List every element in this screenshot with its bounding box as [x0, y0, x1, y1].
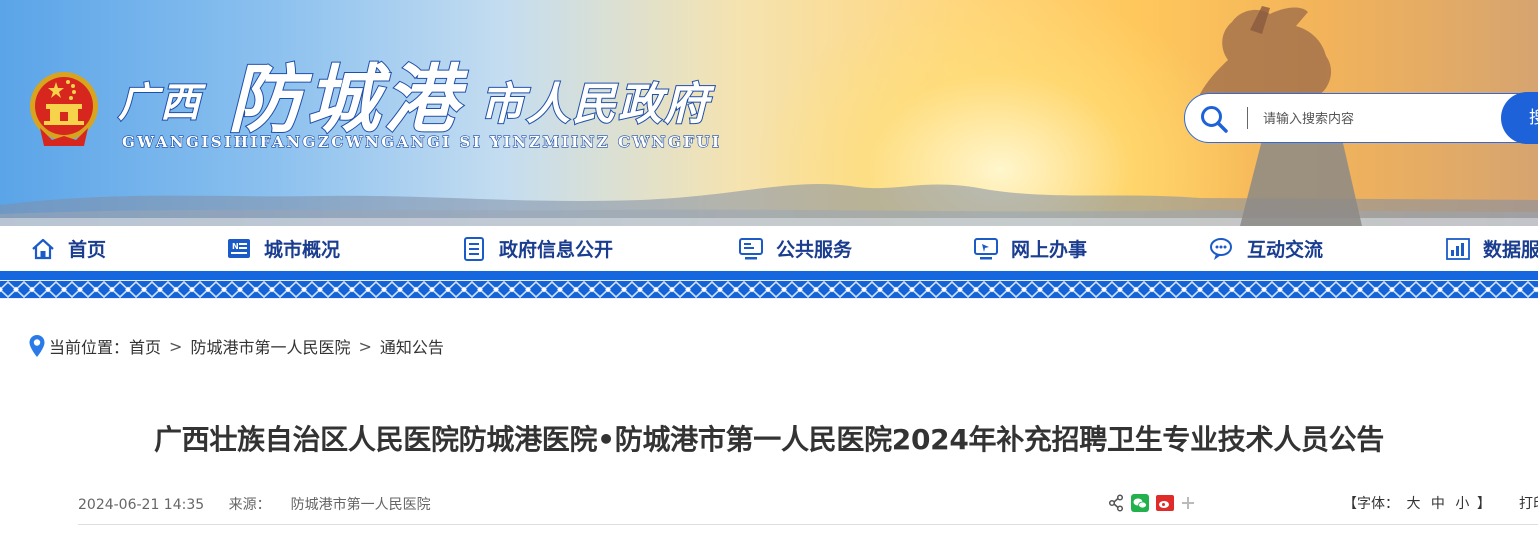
article-title: 广西壮族自治区人民医院防城港医院•防城港市第一人民医院2024年补充招聘卫生专业… [153, 423, 1385, 456]
site-name-province: 广西 [117, 78, 202, 127]
wechat-icon[interactable] [1131, 494, 1149, 512]
breadcrumb-prefix: 当前位置： [49, 338, 130, 357]
article-meta: 2024-06-21 14:35 来源： 防城港市第一人民医院 [78, 494, 431, 514]
breadcrumb-home-link[interactable]: 首页 [129, 334, 161, 358]
nav-label: 网上办事 [1011, 239, 1088, 261]
nav-item-public-service[interactable]: 公共服务 [738, 226, 852, 271]
source-label: 来源： [228, 497, 271, 513]
font-size-close: 】 [1476, 496, 1491, 512]
site-name-suffix: 市人民政府 [479, 78, 710, 131]
nav-label: 政府信息公开 [499, 239, 614, 261]
header-banner: 广西 防城港 市人民政府 GWANGISIHIFANGZCWNGANGI SI … [0, 0, 1538, 226]
weibo-icon[interactable] [1156, 495, 1174, 511]
font-size-label: 【字体： [1343, 496, 1399, 512]
nav-item-city-overview[interactable]: N 城市概况 [226, 226, 340, 271]
online-service-icon [974, 237, 998, 259]
nav-item-home[interactable]: 首页 [30, 226, 106, 271]
nav-label: 公共服务 [776, 239, 853, 261]
site-name-city: 防城港 [227, 56, 462, 144]
site-name-pinyin: GWANGISIHIFANGZCWNGANGI SI YINZMIINZ CWN… [121, 132, 722, 151]
search-input[interactable] [1261, 104, 1485, 134]
print-link[interactable]: 打印 [1519, 493, 1538, 513]
nav-item-gov-info[interactable]: 政府信息公开 [461, 226, 613, 271]
nav-label: 数据服务 [1483, 239, 1538, 261]
location-pin-icon [29, 335, 45, 357]
font-size-small[interactable]: 小 [1455, 496, 1469, 512]
nav-label: 城市概况 [264, 239, 341, 261]
breadcrumb: 当前位置： 首页 > 防城港市第一人民医院 > 通知公告 [28, 334, 444, 358]
search-box: 搜索 [1184, 92, 1538, 144]
font-size-large[interactable]: 大 [1406, 496, 1420, 512]
nav-item-online-service[interactable]: 网上办事 [973, 226, 1087, 271]
search-divider [1247, 107, 1248, 129]
chat-icon [1210, 237, 1232, 260]
share-icon[interactable] [1108, 494, 1124, 512]
publish-date: 2024-06-21 14:35 [78, 497, 205, 513]
decorative-pattern-border [0, 280, 1538, 299]
breadcrumb-hospital-link[interactable]: 防城港市第一人民医院 [190, 334, 350, 358]
home-icon [32, 238, 54, 259]
breadcrumb-separator: > [169, 336, 183, 356]
nav-item-interaction[interactable]: 互动交流 [1209, 226, 1323, 271]
nav-item-data-service[interactable]: 数据服务 [1445, 226, 1538, 271]
national-emblem-icon [30, 72, 98, 146]
monitor-icon [739, 237, 763, 259]
nav-underline [0, 271, 1538, 280]
breadcrumb-separator: > [358, 336, 372, 356]
meta-divider [78, 524, 1538, 525]
more-plus-icon[interactable] [1181, 496, 1195, 510]
search-icon[interactable] [1199, 104, 1229, 134]
search-button[interactable]: 搜索 [1501, 92, 1538, 144]
document-list-icon [464, 236, 484, 261]
city-overview-icon: N [228, 238, 250, 258]
nav-label: 互动交流 [1247, 239, 1324, 261]
share-bar [1108, 494, 1202, 512]
main-nav: 首页 N 城市概况 政府信息公开 公共服务 网上办事 互动交流 数据服 [0, 226, 1538, 271]
font-size-selector: 【字体： 大 中 小 】 [1343, 493, 1491, 513]
source-name: 防城港市第一人民医院 [290, 497, 431, 513]
font-size-medium[interactable]: 中 [1431, 496, 1445, 512]
breadcrumb-notices-link[interactable]: 通知公告 [380, 334, 444, 358]
data-chart-icon [1446, 237, 1470, 260]
svg-text:N: N [232, 242, 239, 251]
nav-label: 首页 [68, 239, 107, 261]
